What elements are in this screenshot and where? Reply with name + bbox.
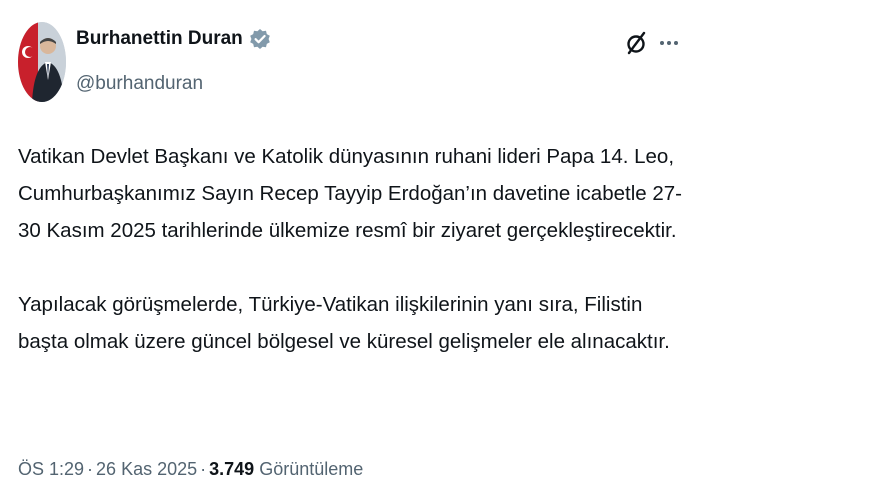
tweet-date[interactable]: 26 Kas 2025 [96,459,197,479]
verified-badge-icon [249,28,271,50]
tweet-time[interactable]: ÖS 1:29 [18,459,84,479]
author-avatar[interactable] [18,22,66,102]
author-display-name[interactable]: Burhanettin Duran [76,28,243,50]
views-count[interactable]: 3.749 [209,459,254,479]
author-handle[interactable]: @burhanduran [76,73,203,95]
tweet-paragraph: Yapılacak görüşmelerde, Türkiye-Vatikan … [18,293,670,353]
meta-separator: · [200,459,207,479]
tweet-card: Burhanettin Duran @burhanduran Vatikan D… [0,0,700,495]
tweet-meta: ÖS 1:29 · 26 Kas 2025 · 3.749 Görüntüleme [18,459,363,480]
meta-separator: · [87,459,94,479]
tweet-text: Vatikan Devlet Başkanı ve Katolik dünyas… [18,138,698,360]
more-dots-icon[interactable] [658,33,680,53]
grok-icon[interactable] [624,30,650,56]
tweet-paragraph: Vatikan Devlet Başkanı ve Katolik dünyas… [18,145,682,242]
author-name-row: Burhanettin Duran [76,28,271,50]
views-label: Görüntüleme [259,459,364,479]
